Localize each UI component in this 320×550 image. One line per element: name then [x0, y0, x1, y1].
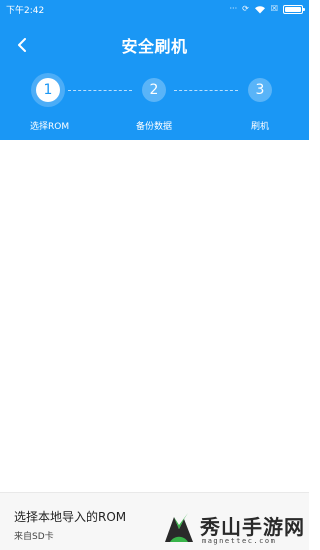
step-connector-1 — [68, 90, 132, 91]
watermark-url: magnettec.com — [202, 537, 277, 545]
status-time: 下午2:42 — [6, 5, 45, 16]
status-bar: 下午2:42 ··· ⟳ ☒ — [0, 0, 309, 18]
page-title: 安全刷机 — [121, 37, 188, 56]
watermark: 秀山手游网 magnettec.com — [160, 505, 309, 550]
rom-list-area — [0, 140, 309, 492]
sync-icon: ⟳ — [242, 4, 249, 13]
watermark-logo-icon — [165, 513, 193, 542]
step-2-circle: 2 — [142, 78, 166, 102]
dots-icon: ··· — [229, 4, 238, 13]
import-local-rom-subtitle: 来自SD卡 — [14, 532, 54, 542]
status-icons: ··· ⟳ ☒ — [229, 4, 305, 14]
wifi-icon — [254, 4, 266, 14]
step-3-circle: 3 — [248, 78, 272, 102]
step-3-label: 刷机 — [251, 122, 270, 132]
header: 下午2:42 ··· ⟳ ☒ 安全刷机 1 2 3 选择ROM 备份数据 刷机 — [0, 0, 309, 140]
step-1-circle: 1 — [36, 78, 60, 102]
step-1-label: 选择ROM — [30, 122, 70, 132]
close-box-icon: ☒ — [270, 4, 278, 13]
step-2-label: 备份数据 — [136, 122, 173, 132]
battery-icon — [283, 4, 305, 14]
watermark-text: 秀山手游网 — [200, 515, 305, 539]
import-local-rom-title: 选择本地导入的ROM — [14, 510, 127, 524]
step-connector-2 — [174, 90, 238, 91]
